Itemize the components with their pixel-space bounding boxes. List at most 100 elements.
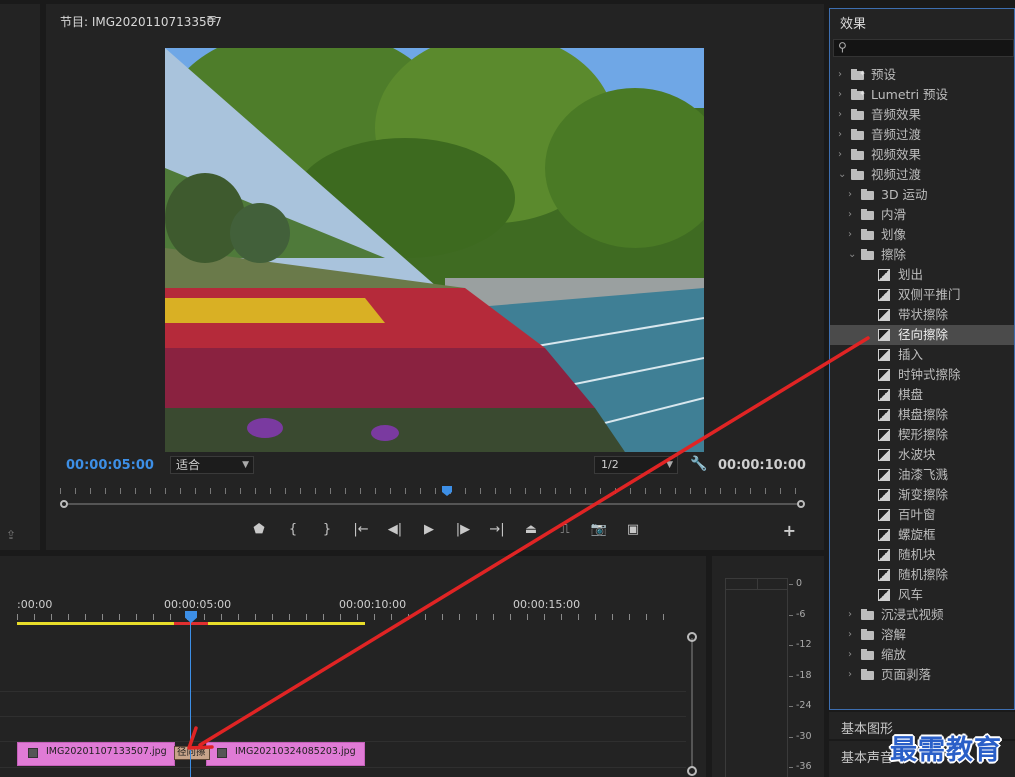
- timeline-clip[interactable]: IMG20210324085203.jpg: [206, 742, 365, 766]
- step-back-icon[interactable]: ◀|: [378, 520, 412, 540]
- timeline-clip[interactable]: IMG20201107133507.jpg: [17, 742, 175, 766]
- chevron-right-icon[interactable]: ›: [848, 605, 852, 625]
- effect-item[interactable]: 带状擦除: [830, 305, 1014, 325]
- button-editor-add-button[interactable]: +: [783, 521, 796, 540]
- folder-icon: [861, 209, 874, 220]
- effect-item[interactable]: 径向擦除: [830, 325, 1014, 345]
- effect-folder[interactable]: › Lumetri 预设: [830, 84, 1014, 105]
- fit-dropdown[interactable]: 适合 ▼: [170, 456, 254, 474]
- effect-folder[interactable]: ⌄ 擦除: [830, 245, 1014, 265]
- basic-graphics-label: 基本图形: [841, 722, 894, 737]
- scrollbar-left-handle[interactable]: [60, 500, 68, 508]
- meter-scale-tick: [789, 645, 793, 646]
- effect-item[interactable]: 棋盘擦除: [830, 405, 1014, 425]
- effect-item[interactable]: 百叶窗: [830, 505, 1014, 525]
- step-forward-icon[interactable]: |▶: [446, 520, 480, 540]
- transport-controls: ⬟{} |← ◀| ▶ |▶ →| ⏏ ⎍ 📷 ▣: [242, 520, 650, 540]
- comparison-view-icon[interactable]: ▣: [616, 520, 650, 540]
- effect-item[interactable]: 插入: [830, 345, 1014, 365]
- effect-item[interactable]: 水波块: [830, 445, 1014, 465]
- tree-item-label: 擦除: [881, 247, 907, 262]
- effect-folder[interactable]: ⌄ 视频过渡: [830, 165, 1014, 185]
- effect-item[interactable]: 油漆飞溅: [830, 465, 1014, 485]
- video-preview[interactable]: [165, 48, 704, 452]
- effect-folder[interactable]: › 音频效果: [830, 105, 1014, 125]
- chevron-right-icon[interactable]: ›: [848, 665, 852, 685]
- current-timecode[interactable]: 00:00:05:00: [66, 458, 154, 473]
- timeline-ruler-ticks[interactable]: [17, 614, 677, 620]
- effect-folder[interactable]: › 内滑: [830, 205, 1014, 225]
- effect-item[interactable]: 风车: [830, 585, 1014, 605]
- chevron-right-icon[interactable]: ›: [838, 125, 842, 145]
- chevron-right-icon[interactable]: ›: [848, 205, 852, 225]
- transition-clip[interactable]: 径向擦: [174, 746, 210, 760]
- effect-item[interactable]: 随机擦除: [830, 565, 1014, 585]
- effect-item[interactable]: 楔形擦除: [830, 425, 1014, 445]
- effect-item[interactable]: 棋盘: [830, 385, 1014, 405]
- go-to-in-icon[interactable]: |←: [344, 520, 378, 540]
- effect-folder[interactable]: › 音频过渡: [830, 125, 1014, 145]
- effects-panel-title[interactable]: 效果: [840, 13, 866, 32]
- effect-folder[interactable]: › 页面剥落: [830, 665, 1014, 685]
- track-divider: [0, 691, 686, 692]
- meter-channel-divider: [757, 579, 758, 589]
- chevron-right-icon[interactable]: ›: [838, 105, 842, 125]
- export-icon[interactable]: ⇪: [6, 528, 16, 542]
- scrollbar-top-handle[interactable]: [687, 632, 697, 642]
- effect-folder[interactable]: › 划像: [830, 225, 1014, 245]
- chevron-right-icon[interactable]: ›: [838, 145, 842, 165]
- chevron-right-icon[interactable]: ›: [848, 625, 852, 645]
- meter-scale-label: -12: [796, 639, 812, 650]
- chevron-right-icon[interactable]: ›: [848, 225, 852, 245]
- extract-icon[interactable]: ⎍: [548, 520, 582, 540]
- chevron-right-icon[interactable]: ›: [848, 645, 852, 665]
- effect-folder[interactable]: › 缩放: [830, 645, 1014, 665]
- effect-item[interactable]: 时钟式擦除: [830, 365, 1014, 385]
- effect-item[interactable]: 双侧平推门: [830, 285, 1014, 305]
- meter-scale-tick: [789, 706, 793, 707]
- chevron-down-icon[interactable]: ⌄: [838, 165, 846, 185]
- add-marker-icon[interactable]: ⬟: [242, 520, 276, 540]
- resolution-dropdown[interactable]: 1/2 ▼: [594, 456, 678, 474]
- go-to-out-icon[interactable]: →|: [480, 520, 514, 540]
- wrench-icon[interactable]: 🔧: [690, 456, 707, 472]
- play-icon[interactable]: ▶: [412, 520, 446, 540]
- effect-item[interactable]: 划出: [830, 265, 1014, 285]
- zoom-scrollbar[interactable]: [60, 500, 805, 508]
- monitor-time-ruler[interactable]: [60, 486, 805, 496]
- tree-item-label: 预设: [871, 67, 897, 82]
- chevron-right-icon[interactable]: ›: [848, 185, 852, 205]
- chevron-right-icon[interactable]: ›: [838, 85, 842, 105]
- scrollbar-right-handle[interactable]: [797, 500, 805, 508]
- effect-folder[interactable]: › 溶解: [830, 625, 1014, 645]
- chevron-right-icon[interactable]: ›: [838, 65, 842, 85]
- effect-item[interactable]: 随机块: [830, 545, 1014, 565]
- mark-in-icon[interactable]: {: [276, 520, 310, 540]
- effect-folder[interactable]: › 3D 运动: [830, 185, 1014, 205]
- transition-effect-icon: [878, 569, 890, 581]
- monitor-playhead[interactable]: [442, 486, 452, 496]
- lift-icon[interactable]: ⏏: [514, 520, 548, 540]
- ruler-label: :00:00: [17, 598, 53, 611]
- effect-folder[interactable]: › 视频效果: [830, 145, 1014, 165]
- export-frame-icon[interactable]: 📷: [582, 520, 616, 540]
- timeline-vertical-scrollbar[interactable]: [686, 632, 698, 777]
- effect-folder[interactable]: › 沉浸式视频: [830, 605, 1014, 625]
- effect-folder[interactable]: › 预设: [830, 64, 1014, 85]
- ruler-label: 00:00:10:00: [339, 598, 407, 611]
- fx-badge-icon: [28, 748, 38, 758]
- meter-scale-tick: [789, 584, 793, 585]
- timeline-ruler-labels: :00:00 00:00:05:00 00:00:10:00 00:00:15:…: [0, 598, 700, 612]
- effect-item[interactable]: 渐变擦除: [830, 485, 1014, 505]
- hamburger-icon[interactable]: ≡: [206, 12, 217, 27]
- effects-search-input[interactable]: ⚲: [833, 39, 1014, 57]
- duration-timecode: 00:00:10:00: [718, 458, 806, 473]
- effect-item[interactable]: 螺旋框: [830, 525, 1014, 545]
- monitor-title[interactable]: 节目: IMG20201107133507: [60, 13, 222, 30]
- scrollbar-bottom-handle[interactable]: [687, 766, 697, 776]
- chevron-down-icon[interactable]: ⌄: [848, 245, 856, 265]
- ruler-label: 00:00:15:00: [513, 598, 581, 611]
- mark-out-icon[interactable]: }: [310, 520, 344, 540]
- folder-icon: [861, 189, 874, 200]
- tree-item-label: 渐变擦除: [898, 487, 949, 502]
